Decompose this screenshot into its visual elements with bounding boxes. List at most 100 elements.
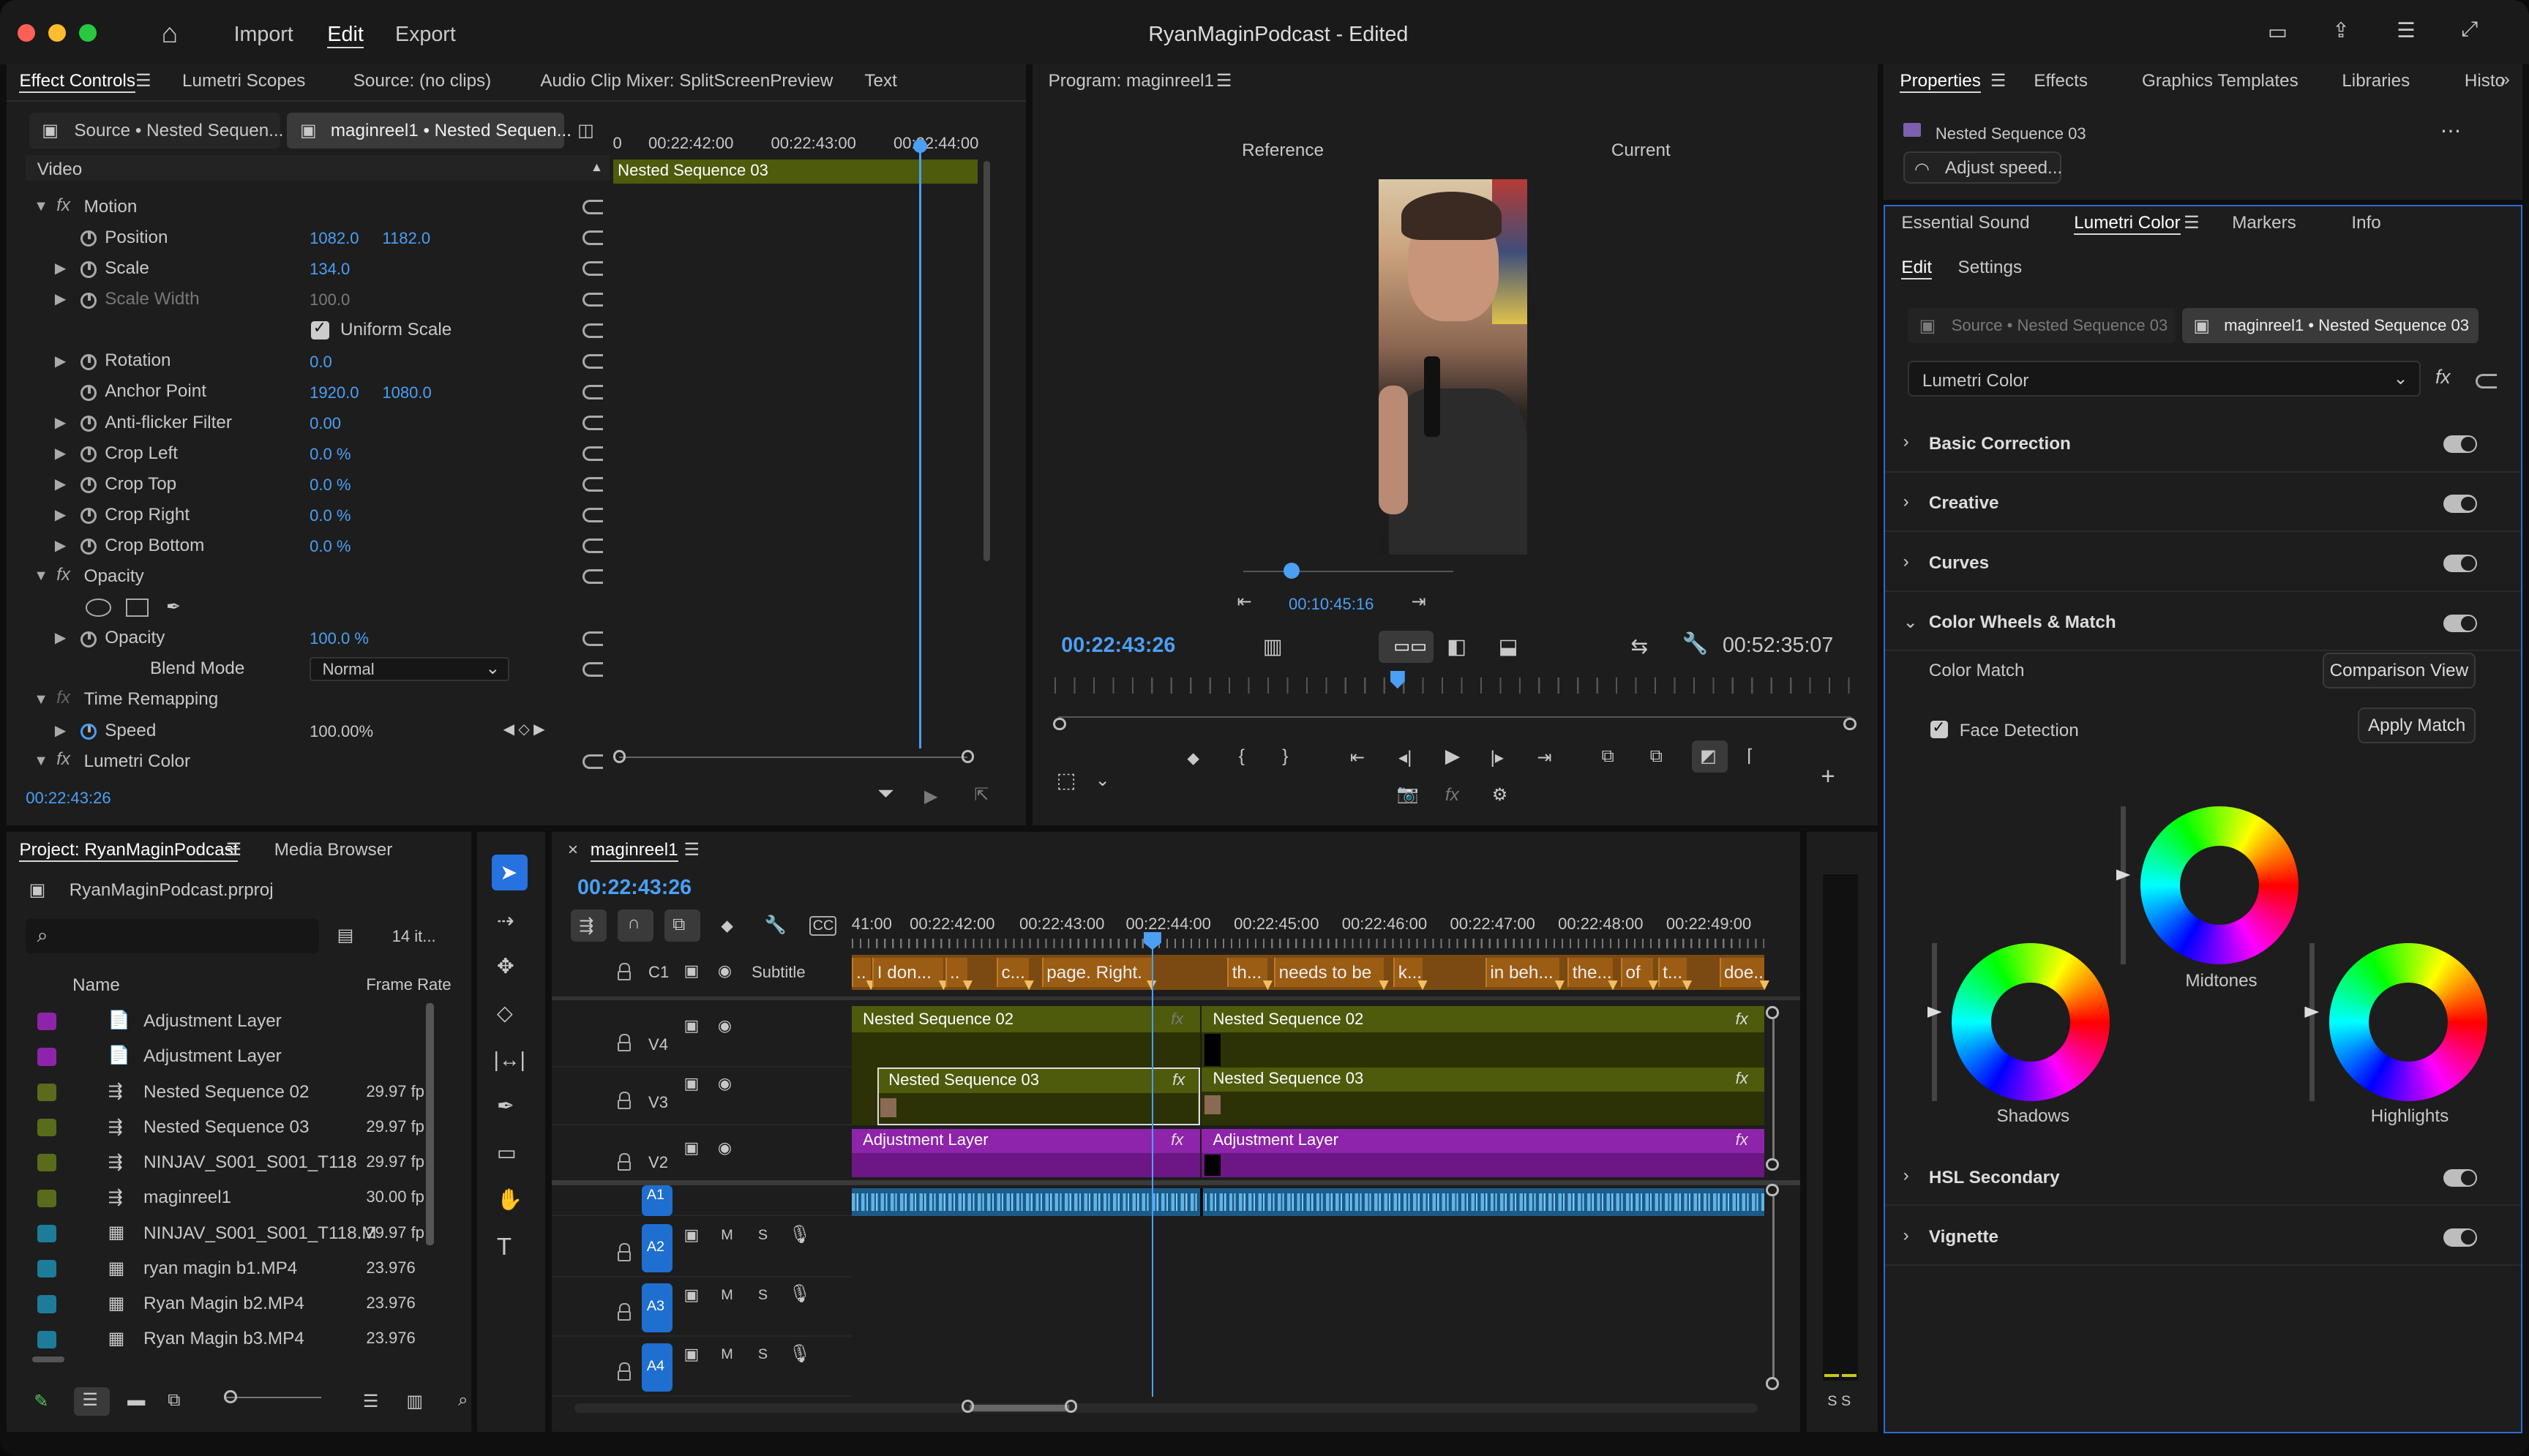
effect-property-row[interactable]: ▶ Opacity 100.0 % bbox=[7, 623, 613, 654]
wrench-icon[interactable]: 🔧 bbox=[765, 915, 787, 936]
camera-icon[interactable]: 📷 bbox=[1397, 784, 1419, 805]
label-color-swatch[interactable] bbox=[37, 1048, 57, 1066]
trim-icon[interactable]: ⌈ bbox=[1747, 745, 1753, 767]
ec-scrollbar[interactable] bbox=[984, 161, 991, 561]
subtitle-clip[interactable]: t... bbox=[1657, 958, 1687, 987]
tab-info[interactable]: Info bbox=[2351, 213, 2380, 233]
reset-icon[interactable] bbox=[582, 415, 604, 430]
hand-tool-icon[interactable]: ✋ bbox=[497, 1187, 523, 1212]
fx-icon[interactable]: fx bbox=[2435, 366, 2451, 389]
reset-icon[interactable] bbox=[582, 200, 604, 215]
lock-icon[interactable] bbox=[618, 962, 631, 981]
track-header-v2[interactable]: V2 ▣ ◉ bbox=[551, 1125, 852, 1184]
property-value[interactable]: 1082.0 bbox=[310, 229, 359, 248]
tab-settings[interactable]: Settings bbox=[1958, 258, 2023, 278]
lock-icon[interactable] bbox=[618, 1302, 631, 1321]
step-back-icon[interactable]: ◂| bbox=[1398, 746, 1412, 768]
project-search-input[interactable]: ⌕ bbox=[26, 919, 320, 953]
stopwatch-icon[interactable] bbox=[80, 723, 97, 740]
tab-project[interactable]: Project: RyanMaginPodcast bbox=[19, 840, 239, 863]
fx-icon[interactable]: fx bbox=[1445, 785, 1459, 806]
label-color-swatch[interactable] bbox=[37, 1224, 57, 1243]
effect-property-row[interactable]: ▼ fx Motion bbox=[7, 192, 613, 222]
sync-lock-icon[interactable]: ▣ bbox=[684, 1016, 700, 1035]
reset-icon[interactable] bbox=[582, 539, 604, 554]
timeline-playhead[interactable] bbox=[1151, 935, 1153, 1397]
eye-icon[interactable]: ◉ bbox=[718, 1016, 732, 1035]
sync-lock-icon[interactable]: ▣ bbox=[684, 1345, 700, 1364]
stopwatch-icon[interactable] bbox=[80, 446, 97, 463]
panel-menu-icon[interactable]: ☰ bbox=[226, 838, 242, 860]
stopwatch-icon[interactable] bbox=[80, 261, 97, 278]
zoom-window-button[interactable] bbox=[79, 24, 97, 42]
pencil-icon[interactable]: ✎ bbox=[34, 1390, 48, 1412]
track-header-v3[interactable]: V3 ▣ ◉ bbox=[551, 1067, 852, 1126]
tab-libraries[interactable]: Libraries bbox=[2342, 71, 2410, 91]
effect-property-row[interactable]: ✓ Uniform Scale bbox=[7, 315, 613, 346]
tab-essential-sound[interactable]: Essential Sound bbox=[1901, 213, 2029, 233]
lock-icon[interactable] bbox=[618, 1152, 631, 1171]
track-target[interactable]: A2 bbox=[642, 1223, 673, 1272]
razor-tool-icon[interactable]: ◇ bbox=[497, 1000, 513, 1026]
fx-icon[interactable]: fx bbox=[56, 565, 70, 585]
stopwatch-icon[interactable] bbox=[80, 631, 97, 648]
panel-menu-icon[interactable]: ☰ bbox=[1216, 70, 1232, 91]
label-color-swatch[interactable] bbox=[37, 1260, 57, 1278]
tab-graphics-templates[interactable]: Graphics Templates bbox=[2142, 71, 2298, 91]
settings-icon[interactable]: ⚙ bbox=[1492, 784, 1508, 806]
chevron-right-icon[interactable]: › bbox=[1903, 1166, 1909, 1186]
menu-export[interactable]: Export bbox=[395, 23, 456, 47]
split-vertical-icon[interactable]: ◧ bbox=[1447, 634, 1466, 659]
audio-clip-a1[interactable] bbox=[851, 1188, 1765, 1216]
clip-v4-nested-02-a[interactable]: Nested Sequence 02 fx bbox=[851, 1006, 1200, 1068]
project-item[interactable]: 📄 Adjustment Layer bbox=[7, 1040, 426, 1073]
reset-icon[interactable] bbox=[2476, 374, 2497, 389]
insert-icon[interactable]: ⧉ bbox=[1602, 746, 1614, 767]
stopwatch-icon[interactable] bbox=[80, 292, 97, 309]
property-value[interactable]: 0.0 bbox=[310, 353, 332, 372]
tab-maginreel1[interactable]: maginreel1 bbox=[590, 840, 678, 863]
workspaces-icon[interactable]: ☰ bbox=[2397, 18, 2416, 43]
home-icon[interactable]: ⌂ bbox=[161, 18, 178, 49]
fx-icon[interactable]: fx bbox=[56, 688, 70, 708]
section-vignette[interactable]: › Vignette bbox=[1885, 1208, 2522, 1266]
compare-icon[interactable]: ▥ bbox=[1263, 634, 1283, 659]
panel-menu-icon[interactable]: ☰ bbox=[1990, 70, 2007, 91]
tab-lumetri-color[interactable]: Lumetri Color bbox=[2074, 213, 2181, 235]
chevron-right-icon[interactable]: › bbox=[1903, 492, 1909, 512]
project-item[interactable]: ⇶ maginreel1 30.00 fp bbox=[7, 1182, 426, 1215]
track-select-tool-icon[interactable]: ⇢ bbox=[497, 908, 514, 934]
label-color-swatch[interactable] bbox=[37, 1013, 57, 1031]
more-icon[interactable]: ⋯ bbox=[2440, 118, 2462, 143]
section-toggle[interactable] bbox=[2443, 1228, 2478, 1247]
ec-playhead[interactable] bbox=[919, 141, 921, 748]
mark-out-icon[interactable]: } bbox=[1282, 746, 1288, 767]
highlights-slider[interactable] bbox=[2309, 943, 2315, 1102]
property-value[interactable]: 100.0 bbox=[310, 290, 350, 309]
tab-source[interactable]: Source: (no clips) bbox=[353, 71, 492, 91]
subtitle-clip[interactable]: I don... bbox=[872, 958, 944, 987]
timeline-h-scrollbar[interactable] bbox=[574, 1403, 1758, 1413]
track-target[interactable]: A4 bbox=[642, 1343, 673, 1392]
program-scrubber[interactable] bbox=[1057, 716, 1852, 718]
panel-menu-icon[interactable]: ☰ bbox=[684, 838, 700, 860]
effect-property-row[interactable]: Position 1082.0 1182.0 bbox=[7, 222, 613, 253]
share-icon[interactable]: ⇪ bbox=[2332, 18, 2350, 43]
add-marker-icon[interactable]: ⬥ bbox=[721, 916, 733, 937]
reset-icon[interactable] bbox=[582, 384, 604, 399]
microphone-icon[interactable]: 🎙 bbox=[789, 1224, 812, 1245]
side-by-side-button[interactable]: ▭▭ bbox=[1379, 630, 1434, 663]
track-header-a2[interactable]: A2 ▣ M S 🎙 bbox=[551, 1219, 852, 1277]
effect-property-row[interactable]: ▶ Rotation 0.0 bbox=[7, 346, 613, 377]
snap-button[interactable]: ∩ bbox=[618, 909, 653, 942]
section-toggle[interactable] bbox=[2443, 1168, 2478, 1187]
audio-scrollbar[interactable] bbox=[1772, 1196, 1775, 1378]
face-detection-checkbox[interactable]: ✓ bbox=[1930, 718, 1949, 739]
subtitle-clip[interactable]: of bbox=[1621, 958, 1654, 987]
safe-margins-icon[interactable]: ⬚ bbox=[1057, 768, 1076, 793]
section-basic-correction[interactable]: › Basic Correction bbox=[1885, 414, 2522, 473]
column-name[interactable]: Name bbox=[72, 975, 120, 996]
section-toggle[interactable] bbox=[2443, 495, 2478, 513]
effect-property-row[interactable]: Anchor Point 1920.0 1080.0 bbox=[7, 377, 613, 408]
reset-icon[interactable] bbox=[582, 569, 604, 585]
